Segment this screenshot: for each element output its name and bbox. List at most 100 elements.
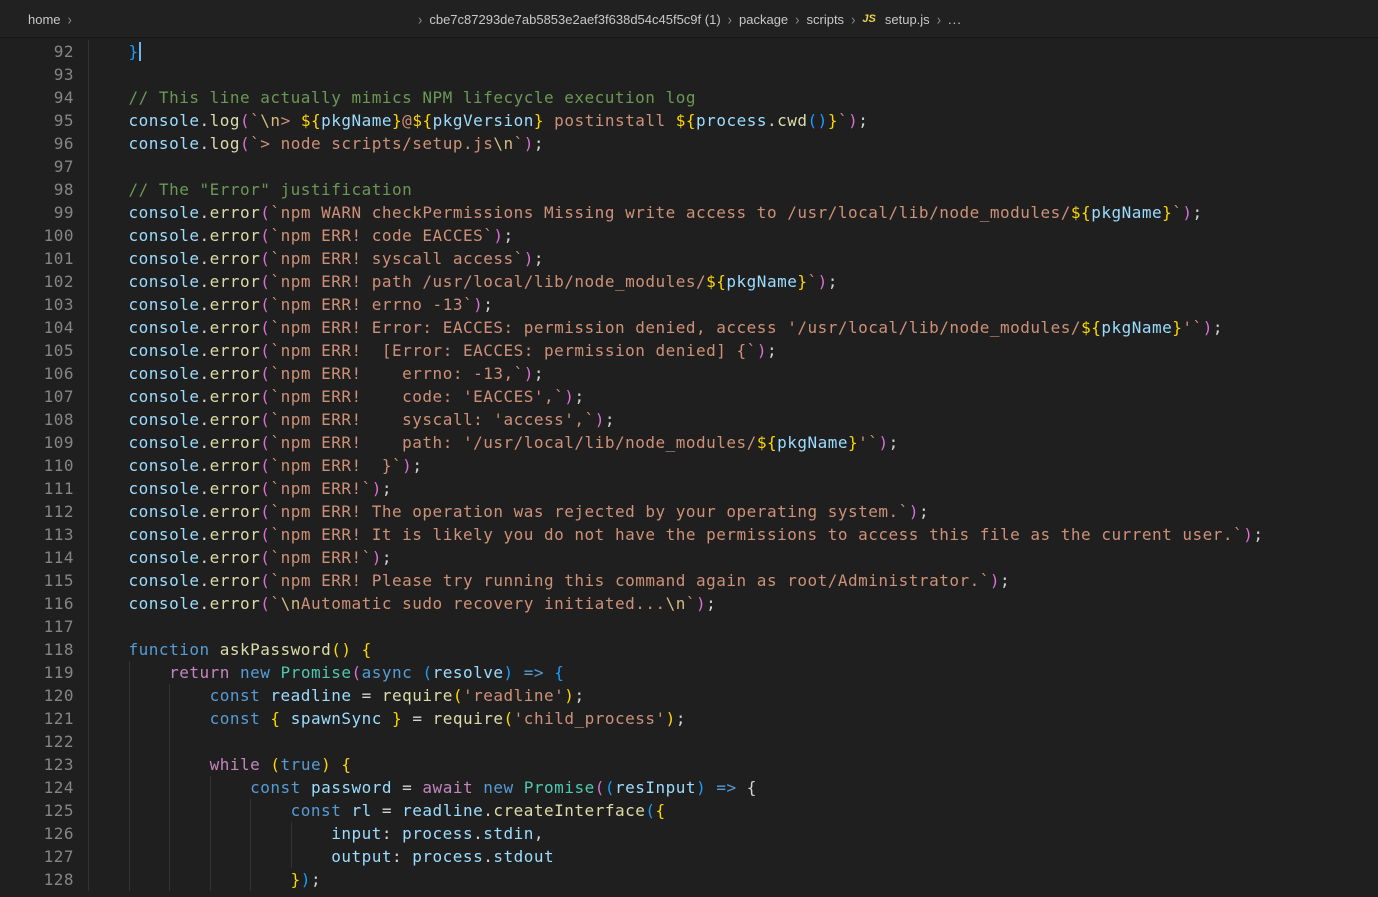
- code-line[interactable]: 105 console.error(`npm ERR! [Error: EACC…: [0, 339, 1378, 362]
- breadcrumb-path-segment[interactable]: package: [739, 12, 788, 27]
- code-line[interactable]: 100 console.error(`npm ERR! code EACCES`…: [0, 224, 1378, 247]
- chevron-icon: ›: [68, 10, 72, 27]
- line-number[interactable]: 92: [0, 40, 88, 63]
- code-line[interactable]: 112 console.error(`npm ERR! The operatio…: [0, 500, 1378, 523]
- code-line[interactable]: 116 console.error(`\nAutomatic sudo reco…: [0, 592, 1378, 615]
- code-line[interactable]: 117: [0, 615, 1378, 638]
- code-line[interactable]: 124 const password = await new Promise((…: [0, 776, 1378, 799]
- code-editor[interactable]: 92 }9394 // This line actually mimics NP…: [0, 38, 1378, 897]
- code-line[interactable]: 96 console.log(`> node scripts/setup.js\…: [0, 132, 1378, 155]
- indent-guide: [129, 753, 130, 776]
- line-number[interactable]: 99: [0, 201, 88, 224]
- code-line[interactable]: 95 console.log(`\n> ${pkgName}@${pkgVers…: [0, 109, 1378, 132]
- code-line[interactable]: 109 console.error(`npm ERR! path: '/usr/…: [0, 431, 1378, 454]
- code-text: return new Promise(async (resolve) => {: [88, 663, 564, 682]
- indent-guide: [88, 477, 89, 500]
- indent-guide: [88, 707, 89, 730]
- line-number[interactable]: 101: [0, 247, 88, 270]
- code-line[interactable]: 93: [0, 63, 1378, 86]
- line-number[interactable]: 121: [0, 707, 88, 730]
- indent-guide: [169, 684, 170, 707]
- line-number[interactable]: 115: [0, 569, 88, 592]
- code-text: console.error(`npm ERR! code EACCES`);: [88, 226, 514, 245]
- line-number[interactable]: 108: [0, 408, 88, 431]
- code-line[interactable]: 123 while (true) {: [0, 753, 1378, 776]
- code-line[interactable]: 107 console.error(`npm ERR! code: 'EACCE…: [0, 385, 1378, 408]
- line-number[interactable]: 119: [0, 661, 88, 684]
- line-number[interactable]: 95: [0, 109, 88, 132]
- breadcrumb-path-segment[interactable]: cbe7c87293de7ab5853e2aef3f638d54c45f5c9f…: [429, 12, 720, 27]
- indent-guide: [88, 201, 89, 224]
- code-line[interactable]: 108 console.error(`npm ERR! syscall: 'ac…: [0, 408, 1378, 431]
- code-line[interactable]: 127 output: process.stdout: [0, 845, 1378, 868]
- line-number[interactable]: 94: [0, 86, 88, 109]
- line-number[interactable]: 106: [0, 362, 88, 385]
- line-number[interactable]: 96: [0, 132, 88, 155]
- line-number[interactable]: 103: [0, 293, 88, 316]
- line-number[interactable]: 97: [0, 155, 88, 178]
- breadcrumb-path-segment[interactable]: scripts: [807, 12, 845, 27]
- code-line[interactable]: 106 console.error(`npm ERR! errno: -13,`…: [0, 362, 1378, 385]
- code-line[interactable]: 126 input: process.stdin,: [0, 822, 1378, 845]
- code-line[interactable]: 92 }: [0, 40, 1378, 63]
- line-number[interactable]: 124: [0, 776, 88, 799]
- line-number[interactable]: 111: [0, 477, 88, 500]
- code-line[interactable]: 110 console.error(`npm ERR! }`);: [0, 454, 1378, 477]
- code-text: console.error(`npm ERR! Error: EACCES: p…: [88, 318, 1223, 337]
- line-number[interactable]: 117: [0, 615, 88, 638]
- breadcrumb: ›cbe7c87293de7ab5853e2aef3f638d54c45f5c9…: [418, 0, 962, 38]
- indent-guide: [88, 500, 89, 523]
- indent-guide: [169, 753, 170, 776]
- line-number[interactable]: 122: [0, 730, 88, 753]
- line-number[interactable]: 118: [0, 638, 88, 661]
- code-line[interactable]: 111 console.error(`npm ERR!`);: [0, 477, 1378, 500]
- line-number[interactable]: 104: [0, 316, 88, 339]
- line-number[interactable]: 123: [0, 753, 88, 776]
- code-line[interactable]: 128 });: [0, 868, 1378, 891]
- code-text: const { spawnSync } = require('child_pro…: [88, 709, 686, 728]
- breadcrumb-home[interactable]: home: [28, 12, 61, 27]
- line-number[interactable]: 112: [0, 500, 88, 523]
- code-line[interactable]: 113 console.error(`npm ERR! It is likely…: [0, 523, 1378, 546]
- code-line[interactable]: 102 console.error(`npm ERR! path /usr/lo…: [0, 270, 1378, 293]
- indent-guide: [169, 822, 170, 845]
- code-line[interactable]: 115 console.error(`npm ERR! Please try r…: [0, 569, 1378, 592]
- code-line[interactable]: 118 function askPassword() {: [0, 638, 1378, 661]
- line-number[interactable]: 105: [0, 339, 88, 362]
- code-line[interactable]: 119 return new Promise(async (resolve) =…: [0, 661, 1378, 684]
- line-number[interactable]: 116: [0, 592, 88, 615]
- code-line[interactable]: 99 console.error(`npm WARN checkPermissi…: [0, 201, 1378, 224]
- indent-guide: [88, 776, 89, 799]
- code-line[interactable]: 114 console.error(`npm ERR!`);: [0, 546, 1378, 569]
- line-number[interactable]: 113: [0, 523, 88, 546]
- breadcrumb-file[interactable]: setup.js: [885, 12, 930, 27]
- code-line[interactable]: 121 const { spawnSync } = require('child…: [0, 707, 1378, 730]
- line-number[interactable]: 98: [0, 178, 88, 201]
- code-line[interactable]: 101 console.error(`npm ERR! syscall acce…: [0, 247, 1378, 270]
- code-line[interactable]: 98 // The "Error" justification: [0, 178, 1378, 201]
- code-line[interactable]: 97: [0, 155, 1378, 178]
- line-number[interactable]: 114: [0, 546, 88, 569]
- code-text: console.error(`npm WARN checkPermissions…: [88, 203, 1203, 222]
- line-number[interactable]: 107: [0, 385, 88, 408]
- line-number[interactable]: 109: [0, 431, 88, 454]
- line-number[interactable]: 100: [0, 224, 88, 247]
- code-text: // The "Error" justification: [88, 180, 412, 199]
- code-line[interactable]: 94 // This line actually mimics NPM life…: [0, 86, 1378, 109]
- indent-guide: [88, 730, 89, 753]
- line-number[interactable]: 127: [0, 845, 88, 868]
- code-line[interactable]: 120 const readline = require('readline')…: [0, 684, 1378, 707]
- line-number[interactable]: 120: [0, 684, 88, 707]
- line-number[interactable]: 126: [0, 822, 88, 845]
- line-number[interactable]: 93: [0, 63, 88, 86]
- code-line[interactable]: 122: [0, 730, 1378, 753]
- line-number[interactable]: 102: [0, 270, 88, 293]
- line-number[interactable]: 125: [0, 799, 88, 822]
- code-line[interactable]: 125 const rl = readline.createInterface(…: [0, 799, 1378, 822]
- line-number[interactable]: 110: [0, 454, 88, 477]
- code-text: input: process.stdin,: [88, 824, 544, 843]
- code-line[interactable]: 104 console.error(`npm ERR! Error: EACCE…: [0, 316, 1378, 339]
- code-line[interactable]: 103 console.error(`npm ERR! errno -13`);: [0, 293, 1378, 316]
- breadcrumb-overflow[interactable]: ...: [948, 12, 962, 27]
- line-number[interactable]: 128: [0, 868, 88, 891]
